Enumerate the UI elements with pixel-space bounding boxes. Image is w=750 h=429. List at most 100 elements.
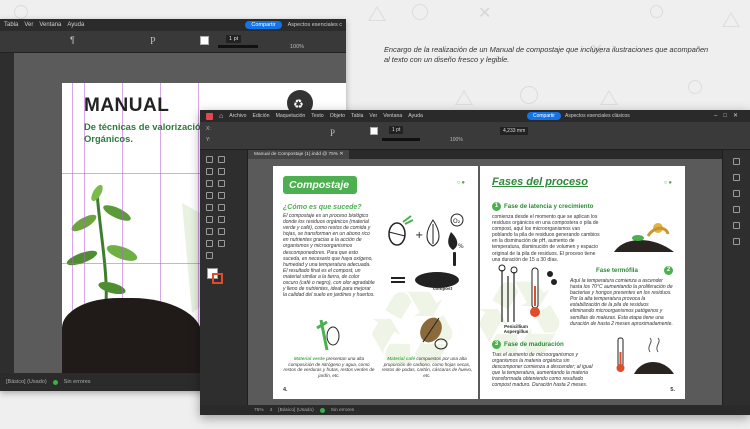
zoom-tool-icon[interactable]: [206, 252, 213, 259]
errors-text: Sin errores: [330, 407, 355, 413]
menu-item-tabla[interactable]: Tabla: [4, 22, 18, 28]
menu-item-ver[interactable]: Ver: [24, 22, 33, 28]
hand-tool-icon[interactable]: [218, 240, 225, 247]
indesign-window-front: ⌂ Archivo Edición Maquetación Texto Obje…: [200, 110, 750, 415]
gap-tool-icon[interactable]: [218, 168, 225, 175]
pen-tool-icon[interactable]: [206, 192, 213, 199]
links-panel-icon[interactable]: [733, 190, 740, 197]
zoom-field[interactable]: 100%: [290, 44, 304, 52]
menu-item-ayuda[interactable]: Ayuda: [67, 22, 84, 28]
selection-tool-icon[interactable]: [206, 156, 213, 163]
page-number: 4.: [283, 387, 288, 393]
status-bar: 75% 4 [Básico] (Usado) Sin errores: [200, 405, 750, 415]
fill-swatch-icon[interactable]: [370, 127, 378, 135]
decor-triangle: [368, 6, 386, 21]
workspace-selector[interactable]: Aspectos esenciales clásicos: [565, 113, 630, 119]
decor-circle: [14, 5, 28, 19]
compost-label: compost: [433, 286, 453, 291]
phase-2-illustration: [498, 264, 557, 322]
app-logo-icon: [206, 112, 213, 120]
type-tool-icon[interactable]: [206, 180, 213, 187]
rectangle-tool-icon[interactable]: [218, 204, 225, 211]
swatches-panel-icon[interactable]: [733, 238, 740, 245]
menu-item-maquetacion[interactable]: Maquetación: [276, 113, 306, 119]
phase-2-badge: 2: [664, 266, 673, 275]
decor-circle: [520, 86, 538, 104]
brown-material-caption: Material café compuestos por una alta pr…: [381, 356, 473, 378]
menu-item-archivo[interactable]: Archivo: [229, 113, 246, 119]
color-panel-icon[interactable]: [733, 222, 740, 229]
preflight-status: [Básico] (Usado): [278, 407, 314, 413]
rectangle-frame-tool-icon[interactable]: [206, 204, 213, 211]
decor-circle: [650, 5, 663, 18]
compost-formula-illustration: + O₂ %: [388, 213, 464, 288]
preflight-status: [Básico] (Usado): [6, 379, 47, 385]
line-tool-icon[interactable]: [218, 180, 225, 187]
section-title: ¿Cómo es que sucede?: [283, 204, 362, 211]
green-material-icon: [316, 319, 340, 351]
menu-item-ayuda[interactable]: Ayuda: [408, 113, 423, 119]
stroke-color-icon[interactable]: [212, 273, 223, 284]
pages-panel-icon[interactable]: [733, 158, 740, 165]
page-title-fases: Fases del proceso: [492, 176, 588, 188]
status-zoom[interactable]: 75%: [254, 408, 264, 413]
document-tab-bar: Manual de Compostaje (1).indd @ 75% ✕: [248, 150, 722, 159]
page-dots-icon: ○●: [456, 180, 466, 186]
page-title-compostaje: Compostaje: [283, 176, 358, 194]
gradient-tool-icon[interactable]: [206, 228, 213, 235]
page-number: 5.: [670, 387, 675, 393]
soil-illustration: [62, 298, 202, 373]
page-tool-icon[interactable]: [206, 168, 213, 175]
cover-title: MANUAL: [84, 95, 170, 116]
eyedropper-tool-icon[interactable]: [206, 240, 213, 247]
decor-triangle: [722, 12, 740, 27]
transform-tool-icon[interactable]: [218, 216, 225, 223]
presentation-stage: ✕ ✕ Encargo de la realización de un Manu…: [0, 0, 750, 429]
errors-text: Sin errores: [63, 379, 91, 385]
window-controls[interactable]: –□✕: [714, 112, 744, 119]
menu-item-objeto[interactable]: Objeto: [330, 113, 345, 119]
stroke-weight-field[interactable]: 1 pt: [389, 126, 404, 134]
status-page[interactable]: 4: [270, 408, 273, 413]
stroke-type-icon[interactable]: [382, 138, 420, 141]
menu-item-edicion[interactable]: Edición: [253, 113, 270, 119]
layers-panel-icon[interactable]: [733, 174, 740, 181]
menu-item-ventana[interactable]: Ventana: [39, 22, 61, 28]
green-material-label: Material verde: [293, 356, 325, 361]
stroke-panel-icon[interactable]: [733, 206, 740, 213]
stroke-type-icon[interactable]: [218, 45, 258, 48]
status-ok-icon: [319, 407, 325, 413]
scissors-tool-icon[interactable]: [206, 216, 213, 223]
text-frame-icon[interactable]: P: [330, 128, 335, 138]
measure-field[interactable]: 4,233 mm: [500, 127, 529, 135]
text-frame-icon[interactable]: P: [150, 36, 156, 47]
share-button[interactable]: Compartir: [245, 21, 282, 29]
paragraph-icon[interactable]: ¶: [70, 35, 75, 45]
direct-selection-tool-icon[interactable]: [218, 156, 225, 163]
phase-1-badge: 1: [492, 202, 501, 211]
project-description: Encargo de la realización de un Manual d…: [384, 45, 709, 64]
menu-item-texto[interactable]: Texto: [311, 113, 323, 119]
svg-text:+: +: [415, 230, 423, 241]
phase-2-text: Aquí la temperatura comienza a ascender …: [570, 278, 673, 327]
body-text: El compostaje es un proceso biológico do…: [283, 213, 375, 299]
tools-panel: [200, 150, 248, 405]
workspace-selector[interactable]: Aspectos esenciales c: [288, 22, 342, 28]
share-button[interactable]: Compartir: [527, 112, 561, 120]
home-icon[interactable]: ⌂: [219, 113, 223, 120]
page-5: ♻ Fases del proceso ○● 1 Fase de latenci…: [480, 166, 685, 399]
svg-text:♻: ♻: [293, 97, 304, 111]
stroke-weight-field[interactable]: 1 pt: [226, 35, 242, 43]
menu-bar: Tabla Ver Ventana Ayuda Compartir Aspect…: [0, 19, 346, 31]
menu-item-ver[interactable]: Ver: [369, 113, 377, 119]
note-tool-icon[interactable]: [218, 228, 225, 235]
fill-swatch-icon[interactable]: [200, 36, 209, 45]
pencil-tool-icon[interactable]: [218, 192, 225, 199]
tools-strip: [0, 53, 14, 373]
menu-item-tabla[interactable]: Tabla: [351, 113, 363, 119]
menu-item-ventana[interactable]: Ventana: [383, 113, 402, 119]
tab-document[interactable]: Manual de Compostaje (1).indd @ 75% ✕: [248, 150, 350, 159]
document-canvas[interactable]: ♻ Compostaje ○● ¿Cómo es que sucede? El …: [248, 159, 722, 405]
phase-1-title: Fase de latencia y crecimiento: [504, 203, 594, 210]
zoom-field[interactable]: 100%: [450, 137, 463, 143]
